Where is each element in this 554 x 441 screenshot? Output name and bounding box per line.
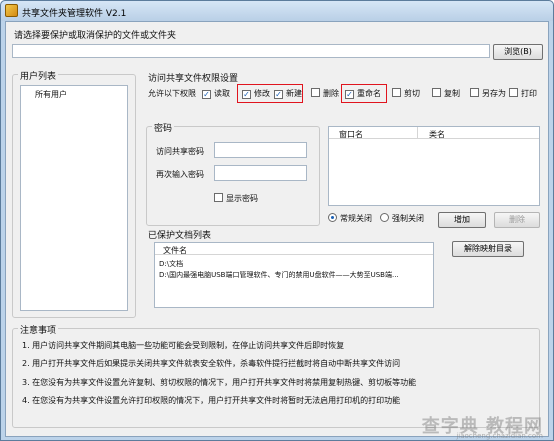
prompt-label: 请选择要保护或取消保护的文件或文件夹 (14, 31, 177, 41)
access-password-label: 访问共享密码 (156, 147, 204, 156)
checkbox-box (311, 88, 320, 97)
password-group-label: 密码 (152, 121, 175, 134)
column-divider (417, 127, 418, 139)
app-icon (5, 4, 18, 17)
radio-normal-close[interactable]: 常规关闭 (328, 213, 372, 227)
col-class-name[interactable]: 类名 (429, 129, 445, 140)
note-line-2: 2. 用户打开共享文件后如果提示关闭共享文件就表安全软件，杀毒软件提行拦截时将自… (22, 359, 401, 368)
path-input[interactable] (12, 44, 490, 58)
radio-icon (380, 213, 389, 222)
notes-group-label: 注意事项 (18, 323, 59, 336)
confirm-password-input[interactable] (214, 165, 307, 181)
perm-copy-checkbox[interactable]: 复制 (432, 88, 460, 102)
protected-row-2[interactable]: D:\国内最强电脑USB端口管理软件、专门的禁用U盘软件——大势至USB端... (159, 270, 431, 280)
client-area: 请选择要保护或取消保护的文件或文件夹 浏览(B) 用户列表 所有用户 访问共享文… (5, 21, 549, 437)
perm-delete-checkbox[interactable]: 删除 (311, 88, 339, 102)
radio-normal-label: 常规关闭 (340, 214, 372, 223)
show-password-label: 显示密码 (226, 194, 258, 203)
check-icon: ✓ (202, 90, 211, 99)
checkbox-box (470, 88, 479, 97)
allow-label: 允许以下权限 (148, 89, 196, 98)
perm-read-checkbox[interactable]: ✓ 读取 (202, 88, 230, 102)
watermark-url: jiaocheng.chazidian.com (456, 432, 543, 440)
delete-button[interactable]: 删除 (494, 212, 540, 228)
perm-modify-checkbox[interactable]: ✓ 修改 (242, 88, 270, 102)
radio-selected-icon (328, 213, 337, 222)
radio-force-close[interactable]: 强制关闭 (380, 213, 424, 227)
access-password-input[interactable] (214, 142, 307, 158)
perm-copy-label: 复制 (444, 89, 460, 98)
note-line-3: 3. 在您没有为共享文件设置允许复制、剪切权限的情况下，用户打开共享文件时将禁用… (22, 378, 417, 387)
perm-cut-checkbox[interactable]: 剪切 (392, 88, 420, 102)
perm-rename-label: 重命名 (357, 89, 381, 98)
add-button[interactable]: 增加 (438, 212, 486, 228)
perm-read-label: 读取 (214, 89, 230, 98)
window-list[interactable]: 窗口名 类名 (328, 126, 540, 206)
checkbox-box (509, 88, 518, 97)
perm-modify-label: 修改 (254, 89, 270, 98)
perm-cut-label: 剪切 (404, 89, 420, 98)
check-icon: ✓ (274, 90, 283, 99)
remove-mapped-dir-button[interactable]: 解除映射目录 (452, 241, 524, 257)
check-icon: ✓ (345, 90, 354, 99)
protected-row-1[interactable]: D:\文档 (159, 259, 183, 269)
protected-list-header (155, 243, 433, 255)
perm-print-label: 打印 (521, 89, 537, 98)
permissions-group-label: 访问共享文件权限设置 (148, 74, 239, 84)
col-window-name[interactable]: 窗口名 (339, 129, 363, 140)
show-password-checkbox[interactable]: 显示密码 (214, 193, 258, 207)
perm-create-label: 新建 (286, 89, 302, 98)
title-bar[interactable]: 共享文件夹管理软件 V2.1 (1, 1, 553, 21)
checkbox-box (432, 88, 441, 97)
user-list-label: 用户列表 (18, 69, 59, 82)
checkbox-box (392, 88, 401, 97)
user-list-item-all[interactable]: 所有用户 (35, 89, 67, 100)
note-line-1: 1. 用户访问共享文件期间其电脑一些功能可能会受到限制，在停止访问共享文件后即时… (22, 341, 345, 350)
protected-list-label: 已保护文档列表 (148, 231, 212, 241)
radio-force-label: 强制关闭 (392, 214, 424, 223)
check-icon: ✓ (242, 90, 251, 99)
app-window: 共享文件夹管理软件 V2.1 请选择要保护或取消保护的文件或文件夹 浏览(B) … (0, 0, 554, 441)
perm-create-checkbox[interactable]: ✓ 新建 (274, 88, 302, 102)
perm-saveas-label: 另存为 (482, 89, 506, 98)
confirm-password-label: 再次输入密码 (156, 170, 204, 179)
checkbox-box (214, 193, 223, 202)
window-title: 共享文件夹管理软件 V2.1 (22, 9, 127, 19)
perm-delete-label: 删除 (323, 89, 339, 98)
perm-rename-checkbox[interactable]: ✓ 重命名 (345, 88, 381, 102)
col-file-name[interactable]: 文件名 (163, 245, 187, 256)
user-list[interactable]: 所有用户 (20, 85, 128, 311)
browse-button[interactable]: 浏览(B) (493, 44, 543, 60)
perm-print-checkbox[interactable]: 打印 (509, 88, 537, 102)
note-line-4: 4. 在您没有为共享文件设置允许打印权限的情况下，用户打开共享文件时将暂时无法启… (22, 396, 401, 405)
perm-saveas-checkbox[interactable]: 另存为 (470, 88, 506, 102)
protected-list[interactable]: 文件名 D:\文档 D:\国内最强电脑USB端口管理软件、专门的禁用U盘软件——… (154, 242, 434, 308)
